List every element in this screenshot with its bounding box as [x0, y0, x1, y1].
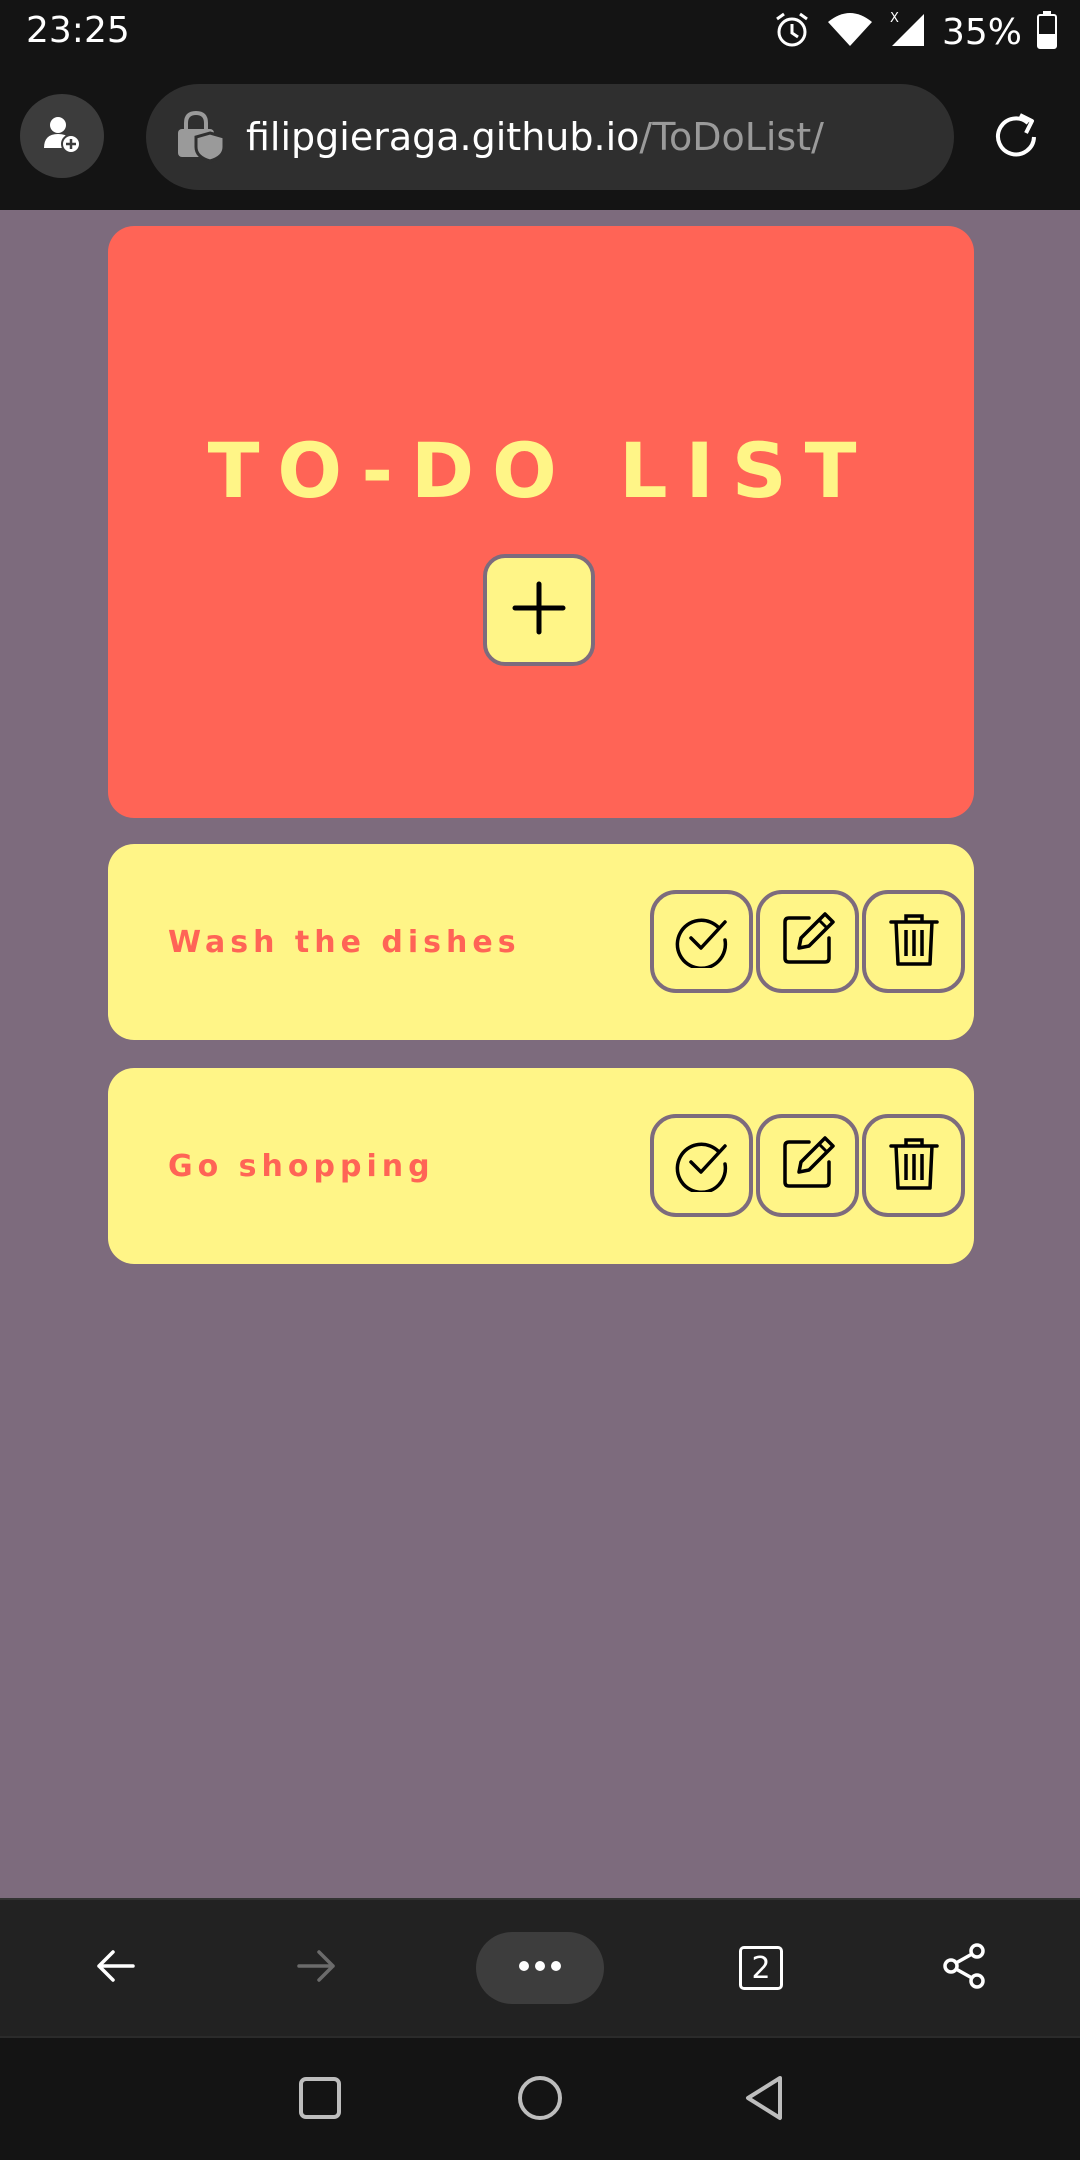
reload-button[interactable]	[988, 109, 1044, 165]
back-button[interactable]	[70, 1900, 160, 2036]
edit-task-button[interactable]	[756, 890, 859, 993]
tabs-button[interactable]: 2	[716, 1900, 806, 2036]
system-back-button[interactable]	[734, 2038, 794, 2160]
web-page: TO-DO LIST Wash the dishes Go shopping	[0, 210, 1080, 1898]
recents-square-icon	[298, 2076, 342, 2125]
tabs-icon: 2	[739, 1946, 783, 1990]
task-actions	[650, 890, 965, 993]
forward-button[interactable]	[272, 1900, 362, 2036]
add-task-button[interactable]	[483, 554, 595, 666]
url-path: /ToDoList/	[639, 115, 824, 159]
edit-task-button[interactable]	[756, 1114, 859, 1217]
browser-toolbar: filipgieraga.github.io/ToDoList/	[0, 64, 1080, 210]
complete-task-button[interactable]	[650, 890, 753, 993]
delete-task-button[interactable]	[862, 1114, 965, 1217]
wifi-icon	[826, 10, 874, 55]
home-button[interactable]	[510, 2038, 570, 2160]
back-triangle-icon	[742, 2074, 786, 2127]
status-bar: 23:25 X 35%	[0, 0, 1080, 64]
edit-pencil-icon	[779, 910, 837, 973]
delete-task-button[interactable]	[862, 890, 965, 993]
status-time: 23:25	[26, 10, 130, 51]
url-domain: filipgieraga.github.io	[246, 115, 640, 159]
alarm-icon	[772, 10, 812, 55]
menu-button[interactable]	[476, 1932, 604, 2004]
trash-icon	[887, 910, 941, 973]
url-bar[interactable]: filipgieraga.github.io/ToDoList/	[146, 84, 954, 190]
more-dots-icon	[516, 1959, 564, 1977]
plus-icon	[511, 580, 567, 641]
edit-pencil-icon	[779, 1134, 837, 1197]
svg-text:X: X	[890, 11, 899, 26]
todo-header-card: TO-DO LIST	[108, 226, 974, 818]
task-actions	[650, 1114, 965, 1217]
reload-icon	[988, 113, 1044, 169]
task-item: Go shopping	[108, 1068, 974, 1264]
lock-shield-icon	[172, 107, 228, 168]
back-arrow-icon	[93, 1944, 137, 1993]
share-icon	[941, 1942, 989, 1995]
battery-icon	[1036, 10, 1058, 55]
browser-bottom-nav: 2	[0, 1898, 1080, 2036]
check-circle-icon	[673, 910, 731, 973]
share-button[interactable]	[920, 1900, 1010, 2036]
task-label: Wash the dishes	[168, 924, 521, 960]
profile-button[interactable]	[20, 94, 104, 178]
trash-icon	[887, 1134, 941, 1197]
recents-button[interactable]	[290, 2038, 350, 2160]
url-text: filipgieraga.github.io/ToDoList/	[246, 115, 824, 159]
profile-add-icon	[40, 112, 84, 161]
status-icons: X 35%	[772, 8, 1058, 56]
cell-signal-icon: X	[888, 10, 928, 55]
app-title: TO-DO LIST	[207, 426, 875, 515]
complete-task-button[interactable]	[650, 1114, 753, 1217]
check-circle-icon	[673, 1134, 731, 1197]
task-item: Wash the dishes	[108, 844, 974, 1040]
battery-percent: 35%	[941, 11, 1022, 53]
forward-arrow-icon	[295, 1944, 339, 1993]
home-circle-icon	[516, 2074, 564, 2127]
task-label: Go shopping	[168, 1148, 435, 1184]
system-nav-bar	[0, 2036, 1080, 2160]
